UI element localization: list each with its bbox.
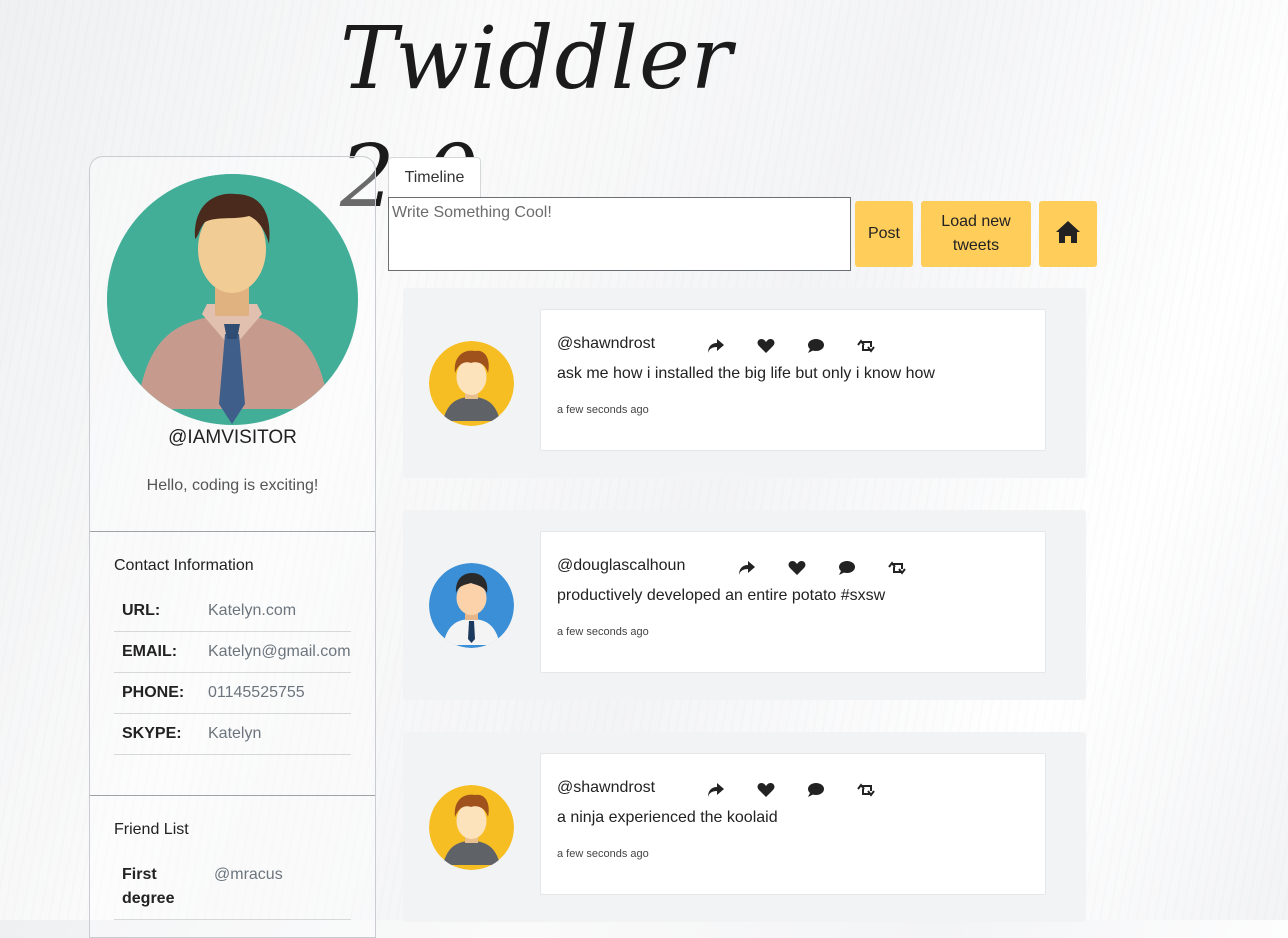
- tweet-actions: [707, 338, 907, 358]
- comment-icon[interactable]: [838, 560, 888, 580]
- friends-heading: Friend List: [114, 821, 189, 838]
- heart-icon[interactable]: [757, 782, 807, 802]
- contact-key: SKYPE:: [114, 713, 208, 755]
- profile-bio: Hello, coding is exciting!: [146, 477, 319, 494]
- profile-handle: @IAMVISITOR: [168, 427, 297, 448]
- tweet-avatar[interactable]: [429, 341, 514, 426]
- tweet-actions: [738, 560, 938, 580]
- share-icon[interactable]: [707, 782, 757, 802]
- tweet-text: a ninja experienced the koolaid: [557, 809, 778, 826]
- tweet-text: ask me how i installed the big life but …: [557, 365, 935, 382]
- tweet-body: @shawndrost a ninja experienced the kool…: [540, 753, 1046, 895]
- tweet-actions: [707, 782, 907, 802]
- home-icon: [1055, 220, 1081, 249]
- load-new-tweets-button[interactable]: Load new tweets: [921, 201, 1031, 267]
- tweet-card: @douglascalhoun productively developed a…: [403, 510, 1086, 700]
- friend-degree-label: First degree: [122, 866, 175, 907]
- comment-icon[interactable]: [807, 782, 857, 802]
- post-button[interactable]: Post: [855, 201, 913, 267]
- retweet-icon[interactable]: [857, 782, 907, 802]
- tweet-avatar[interactable]: [429, 563, 514, 648]
- tweet-body: @shawndrost ask me how i installed the b…: [540, 309, 1046, 451]
- site-title: Twiddler 2.0: [340, 9, 734, 227]
- tweet-card: @shawndrost a ninja experienced the kool…: [403, 732, 1086, 922]
- contact-heading: Contact Information: [114, 557, 254, 574]
- contact-row-url: URL: Katelyn.com: [114, 591, 351, 632]
- tweet-timestamp: a few seconds ago: [557, 404, 649, 416]
- tweet-avatar[interactable]: [429, 785, 514, 870]
- contact-key: PHONE:: [114, 672, 208, 714]
- contact-key: EMAIL:: [114, 631, 208, 673]
- share-icon[interactable]: [707, 338, 757, 358]
- contact-key: URL:: [114, 591, 208, 632]
- card-divider: [90, 531, 375, 532]
- tweet-text: productively developed an entire potato …: [557, 587, 886, 604]
- heart-icon[interactable]: [788, 560, 838, 580]
- tweet-username[interactable]: @douglascalhoun: [557, 557, 685, 575]
- contact-row-phone: PHONE: 01145525755: [114, 672, 351, 714]
- heart-icon[interactable]: [757, 338, 807, 358]
- profile-card: @IAMVISITOR Hello, coding is exciting! C…: [89, 156, 376, 938]
- tab-timeline[interactable]: Timeline: [388, 157, 481, 197]
- home-button[interactable]: [1039, 201, 1097, 267]
- card-divider: [90, 795, 375, 796]
- tweet-card: @shawndrost ask me how i installed the b…: [403, 288, 1086, 478]
- share-icon[interactable]: [738, 560, 788, 580]
- retweet-icon[interactable]: [857, 338, 907, 358]
- contact-value: Katelyn: [208, 713, 351, 755]
- contact-value: 01145525755: [208, 672, 351, 714]
- contact-table: URL: Katelyn.com EMAIL: Katelyn@gmail.co…: [114, 591, 351, 755]
- tweet-body: @douglascalhoun productively developed a…: [540, 531, 1046, 673]
- tweet-timestamp: a few seconds ago: [557, 848, 649, 860]
- tweet-username[interactable]: @shawndrost: [557, 335, 655, 353]
- contact-row-skype: SKYPE: Katelyn: [114, 713, 351, 755]
- contact-row-email: EMAIL: Katelyn@gmail.com: [114, 631, 351, 673]
- tweet-username[interactable]: @shawndrost: [557, 779, 655, 797]
- compose-input[interactable]: [388, 197, 851, 271]
- tweet-timestamp: a few seconds ago: [557, 626, 649, 638]
- comment-icon[interactable]: [807, 338, 857, 358]
- profile-avatar: [107, 174, 358, 425]
- contact-value: Katelyn.com: [208, 591, 351, 632]
- friend-handle[interactable]: @mracus: [214, 863, 283, 887]
- contact-value: Katelyn@gmail.com: [208, 631, 351, 673]
- retweet-icon[interactable]: [888, 560, 938, 580]
